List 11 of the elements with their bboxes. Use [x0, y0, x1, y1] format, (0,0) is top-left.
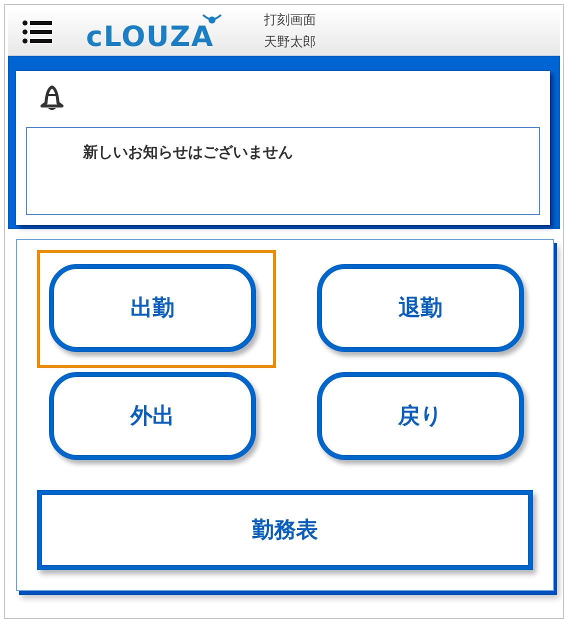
- notice-message: 新しいお知らせはございません: [83, 143, 293, 161]
- punch-button[interactable]: 戻り: [317, 372, 524, 460]
- logo: cLOUZA: [86, 12, 222, 50]
- menu-icon[interactable]: [22, 20, 52, 44]
- screen-title: 打刻画面: [264, 12, 316, 30]
- punch-button[interactable]: 退勤: [317, 264, 524, 352]
- punch-button[interactable]: 外出: [49, 372, 256, 460]
- user-name: 天野太郎: [264, 34, 316, 52]
- timesheet-button[interactable]: 勤務表: [37, 490, 533, 570]
- bell-icon: [38, 83, 66, 113]
- punch-button[interactable]: 出勤: [49, 264, 256, 352]
